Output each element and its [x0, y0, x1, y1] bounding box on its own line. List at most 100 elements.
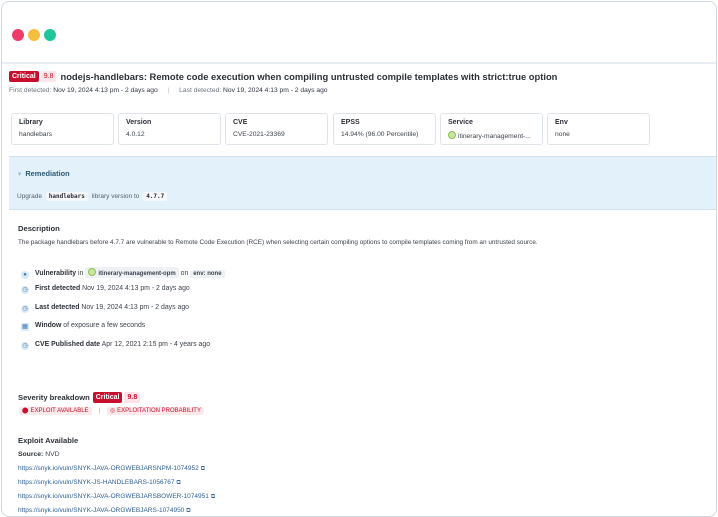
card-label: EPSS	[341, 119, 360, 126]
card-env: Env none	[547, 113, 650, 145]
card-value: CVE-2021-23369	[233, 131, 285, 138]
remediation-title: ♀ Remediation	[17, 169, 70, 178]
page-title: nodejs-handlebars: Remote code execution…	[60, 71, 558, 82]
meta-window: ▦ Window of exposure a few seconds	[21, 322, 145, 331]
divider: |	[167, 87, 170, 94]
detected-row: First detected: Nov 19, 2024 4:13 pm - 2…	[9, 87, 328, 94]
exploit-source: Source: NVD	[18, 451, 60, 458]
window-titlebar	[2, 2, 716, 64]
remediation-text: Upgrade handlebars library version to 4.…	[17, 192, 169, 201]
service-chip-label: itinerary-management-opm	[98, 271, 176, 277]
meta-label: Vulnerability	[35, 270, 77, 277]
tag-separator: |	[98, 408, 101, 414]
clock-icon: ◷	[21, 286, 29, 294]
first-detected-label: First detected:	[9, 87, 52, 94]
card-version: Version 4.0.12	[118, 113, 221, 145]
severity-score: 9.8	[124, 392, 141, 403]
card-label: Version	[126, 119, 152, 126]
meta-vulnerability: ● Vulnerability in itinerary-management-o…	[21, 267, 225, 279]
source-value: NVD	[45, 451, 60, 458]
first-detected-value: Nov 19, 2024 4:13 pm - 2 days ago	[53, 87, 158, 94]
exploit-heading: Exploit Available	[18, 436, 79, 445]
source-label: Source:	[18, 451, 44, 458]
card-epss: EPSS 14.94% (96.00 Percentile)	[333, 113, 436, 145]
link-text: https://snyk.io/vuln/SNYK-JAVA-ORGWEBJAR…	[18, 507, 185, 514]
service-icon	[88, 268, 97, 276]
description-text: The package handlebars before 4.7.7 are …	[18, 239, 538, 246]
external-link-icon: ⧉	[210, 494, 216, 500]
card-library: Library handlebars	[11, 113, 114, 145]
link-text: https://snyk.io/vuln/SNYK-JAVA-ORGWEBJAR…	[18, 465, 199, 472]
meta-cve-published: ◷ CVE Published date Apr 12, 2021 2:15 pm…	[21, 341, 210, 350]
service-name: itinerary-management-...	[458, 133, 531, 140]
remediation-prefix: Upgrade	[17, 193, 42, 200]
meta-first-detected: ◷ First detected Nov 19, 2024 4:13 pm - 2…	[21, 285, 190, 294]
minimize-window-dot[interactable]	[28, 29, 40, 41]
meta-value: Nov 19, 2024 4:13 pm - 2 days ago	[81, 304, 189, 311]
tag-label: EXPLOITATION PROBABILITY	[117, 408, 201, 414]
clock-icon: ◷	[21, 342, 29, 350]
card-label: CVE	[233, 119, 248, 126]
severity-badge: Critical	[92, 392, 123, 403]
exploit-link[interactable]: https://snyk.io/vuln/SNYK-JAVA-ORGWEBJAR…	[18, 507, 191, 515]
tag-label: EXPLOIT AVAILABLE	[30, 408, 89, 414]
lightbulb-icon: ♀	[17, 171, 23, 178]
external-link-icon: ⧉	[200, 466, 206, 472]
exploitation-probability-tag: ◎ EXPLOITATION PROBABILITY	[107, 407, 204, 415]
card-service[interactable]: Service itinerary-management-...	[440, 113, 543, 145]
link-text: https://snyk.io/vuln/SNYK-JS-HANDLEBARS-…	[18, 479, 175, 486]
description-section: Description The package handlebars befor…	[18, 224, 708, 246]
close-window-dot[interactable]	[12, 29, 24, 41]
external-link-icon: ⧉	[186, 508, 191, 514]
meta-on: on	[180, 270, 189, 277]
globe-icon: ●	[21, 271, 29, 279]
env-chip: env: none	[190, 270, 225, 278]
card-cve: CVE CVE-2021-23369	[225, 113, 328, 145]
severity-heading-row: Severity breakdown Critical 9.8	[18, 392, 141, 403]
app-window: Critical 9.8 nodejs-handlebars: Remote c…	[1, 1, 717, 517]
target-icon: ◎	[110, 408, 116, 414]
description-heading: Description	[18, 224, 60, 233]
card-value: 14.94% (96.00 Percentile)	[341, 131, 419, 138]
card-value: handlebars	[19, 131, 53, 138]
external-link-icon: ⧉	[176, 480, 181, 486]
severity-breakdown: Severity breakdown Critical 9.8 ⬤ EXPLOIT…	[18, 392, 204, 415]
remediation-middle: library version to	[91, 193, 140, 200]
card-label: Env	[555, 119, 568, 126]
meta-label: Last detected	[35, 304, 80, 311]
maximize-window-dot[interactable]	[44, 29, 56, 41]
meta-value: Apr 12, 2021 2:15 pm - 4 years ago	[101, 341, 211, 348]
version-chip: 4.7.7	[143, 192, 168, 201]
card-value: itinerary-management-...	[448, 131, 531, 140]
card-label: Service	[448, 119, 473, 126]
meta-label: Window	[35, 322, 62, 329]
severity-score: 9.8	[40, 71, 57, 82]
meta-value: Nov 19, 2024 4:13 pm - 2 days ago	[82, 285, 190, 292]
link-text: https://snyk.io/vuln/SNYK-JAVA-ORGWEBJAR…	[18, 493, 209, 500]
card-value: none	[555, 131, 570, 138]
severity-heading: Severity breakdown	[18, 393, 90, 402]
severity-badge: Critical	[9, 71, 39, 82]
calendar-icon: ▦	[21, 323, 29, 331]
last-detected-value: Nov 19, 2024 4:13 pm - 2 days ago	[223, 87, 328, 94]
meta-label: First detected	[35, 285, 81, 292]
exploit-link[interactable]: https://snyk.io/vuln/SNYK-JAVA-ORGWEBJAR…	[18, 465, 205, 473]
card-label: Library	[19, 119, 43, 126]
remediation-panel: ♀ Remediation Upgrade handlebars library…	[9, 156, 716, 210]
meta-label: CVE Published date	[35, 341, 101, 348]
exploit-link[interactable]: https://snyk.io/vuln/SNYK-JAVA-ORGWEBJAR…	[18, 493, 215, 501]
meta-last-detected: ◷ Last detected Nov 19, 2024 4:13 pm - 2 …	[21, 304, 189, 313]
card-value: 4.0.12	[126, 131, 145, 138]
last-detected-label: Last detected:	[179, 87, 222, 94]
exploit-section: Exploit Available Source: NVD https://sn…	[18, 436, 215, 514]
severity-tags: ⬤ EXPLOIT AVAILABLE | ◎ EXPLOITATION PROBA…	[19, 407, 204, 415]
exploit-link[interactable]: https://snyk.io/vuln/SNYK-JS-HANDLEBARS-…	[18, 479, 181, 487]
remediation-heading: Remediation	[25, 169, 70, 178]
library-chip: handlebars	[45, 192, 88, 201]
meta-value: of exposure a few seconds	[63, 322, 146, 329]
service-chip[interactable]: itinerary-management-opm	[85, 267, 179, 278]
title-row: Critical 9.8 nodejs-handlebars: Remote c…	[9, 71, 557, 82]
bug-icon: ⬤	[22, 408, 29, 414]
exploit-available-tag: ⬤ EXPLOIT AVAILABLE	[19, 407, 92, 415]
clock-icon: ◷	[21, 305, 29, 313]
